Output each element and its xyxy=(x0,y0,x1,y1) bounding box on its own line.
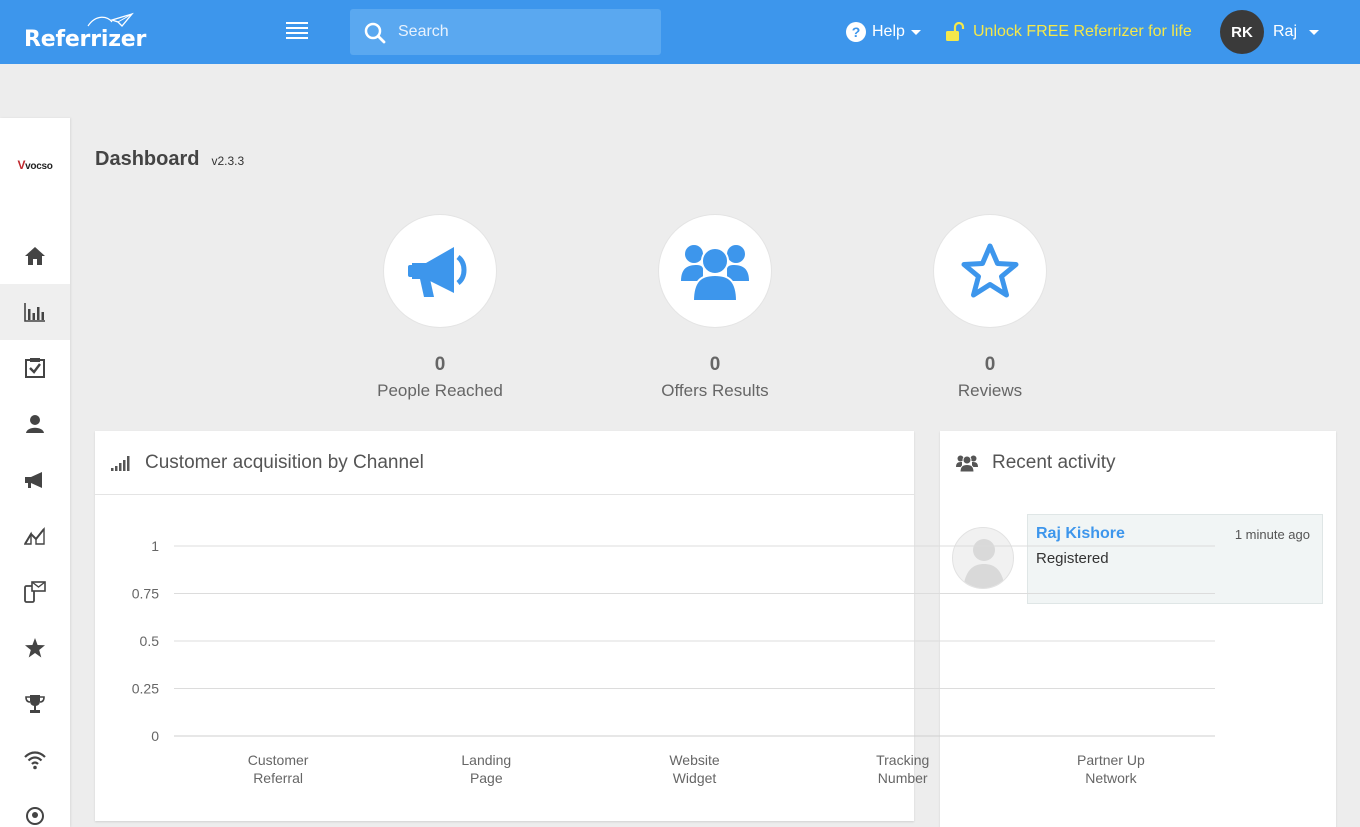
caret-down-icon xyxy=(1309,29,1320,35)
page-title: Dashboard xyxy=(95,148,200,170)
sidebar-item-messaging[interactable] xyxy=(0,564,70,620)
sidebar-item-tasks[interactable] xyxy=(0,340,70,396)
y-tick-label: 1 xyxy=(151,538,159,554)
help-menu-button[interactable]: ? Help xyxy=(846,20,921,44)
unlock-free-link[interactable]: Unlock FREE Referrizer for life xyxy=(945,20,1192,44)
sidebar-item-support[interactable] xyxy=(0,788,70,827)
search-icon xyxy=(364,22,386,44)
x-tick-label: Customer Referral xyxy=(248,752,309,786)
stat-icon-circle xyxy=(384,215,496,327)
avatar: RK xyxy=(1220,10,1264,54)
x-tick-label: Website Widget xyxy=(669,752,720,786)
menu-toggle-button[interactable] xyxy=(286,22,308,42)
support-icon xyxy=(26,807,44,825)
sidebar-item-reviews[interactable] xyxy=(0,620,70,676)
search-box xyxy=(350,9,661,55)
home-icon xyxy=(25,247,45,265)
user-menu-button[interactable]: RK Raj xyxy=(1220,10,1320,54)
brand-logo[interactable]: Vvocso xyxy=(0,158,70,172)
sidebar-item-home[interactable] xyxy=(0,228,70,284)
star-outline-icon xyxy=(961,243,1019,298)
y-tick-label: 0.75 xyxy=(132,586,159,602)
sidebar-item-dashboard[interactable] xyxy=(0,284,70,340)
unlock-icon xyxy=(946,22,965,41)
chart-panel-title: Customer acquisition by Channel xyxy=(145,451,424,473)
wifi-icon xyxy=(24,751,46,770)
megaphone-icon xyxy=(408,247,467,297)
stat-icon-circle xyxy=(659,215,771,327)
page-header: Dashboard v2.3.3 xyxy=(95,148,244,171)
stat-value: 0 xyxy=(434,354,446,375)
sidebar-item-wifi[interactable] xyxy=(0,732,70,788)
top-bar: Referrizer ? Help Unlock FREE Referrizer… xyxy=(0,0,1360,64)
stat-value: 0 xyxy=(709,354,721,375)
trophy-icon xyxy=(25,695,45,713)
megaphone-icon xyxy=(25,472,42,488)
stat-label: Reviews xyxy=(957,381,1023,400)
question-circle-icon: ? xyxy=(846,22,866,42)
acquisition-chart: 0 0.25 0.5 0.75 1 Customer Referral Landing Page… xyxy=(132,538,1215,786)
logo-text: Referrizer xyxy=(24,27,147,52)
referrizer-logo[interactable]: Referrizer xyxy=(24,12,146,52)
activity-panel-header: Recent activity xyxy=(940,431,1336,495)
y-tick-label: 0.5 xyxy=(140,633,160,649)
stat-reviews: 0 Reviews xyxy=(905,215,1075,401)
search-input[interactable] xyxy=(398,20,648,44)
version-label: v2.3.3 xyxy=(211,154,245,168)
customers-icon xyxy=(26,415,44,433)
sidebar-item-analytics[interactable] xyxy=(0,508,70,564)
users-icon xyxy=(956,455,978,472)
stat-label: People Reached xyxy=(377,381,503,400)
checklist-icon xyxy=(25,358,45,378)
users-icon xyxy=(681,245,749,301)
y-tick-label: 0.25 xyxy=(132,681,159,697)
messaging-icon xyxy=(24,581,46,603)
stat-people-reached: 0 People Reached xyxy=(355,215,525,401)
analytics-icon xyxy=(24,527,45,545)
star-icon xyxy=(25,638,45,658)
sidebar-item-customers[interactable] xyxy=(0,396,70,452)
x-tick-label: Tracking Number xyxy=(876,752,929,786)
stat-icon-circle xyxy=(934,215,1046,327)
x-tick-label: Landing Page xyxy=(461,752,511,786)
y-tick-label: 0 xyxy=(151,728,159,744)
sidebar-item-rewards[interactable] xyxy=(0,676,70,732)
signal-bars-icon xyxy=(111,455,130,471)
help-label: Help xyxy=(872,23,905,40)
chart-panel-header: Customer acquisition by Channel xyxy=(95,431,914,495)
sidebar-item-campaigns[interactable] xyxy=(0,452,70,508)
activity-timestamp: 1 minute ago xyxy=(1234,527,1310,542)
unlock-label: Unlock FREE Referrizer for life xyxy=(973,23,1192,40)
stat-value: 0 xyxy=(984,354,996,375)
caret-down-icon xyxy=(910,29,921,35)
sidebar: Vvocso xyxy=(0,118,70,827)
user-name: Raj xyxy=(1273,23,1298,40)
activity-panel-title: Recent activity xyxy=(992,452,1116,473)
x-tick-label: Partner Up Network xyxy=(1077,752,1145,786)
bar-chart-icon xyxy=(24,303,45,322)
stat-label: Offers Results xyxy=(661,381,769,400)
stat-offers-results: 0 Offers Results xyxy=(630,215,800,401)
